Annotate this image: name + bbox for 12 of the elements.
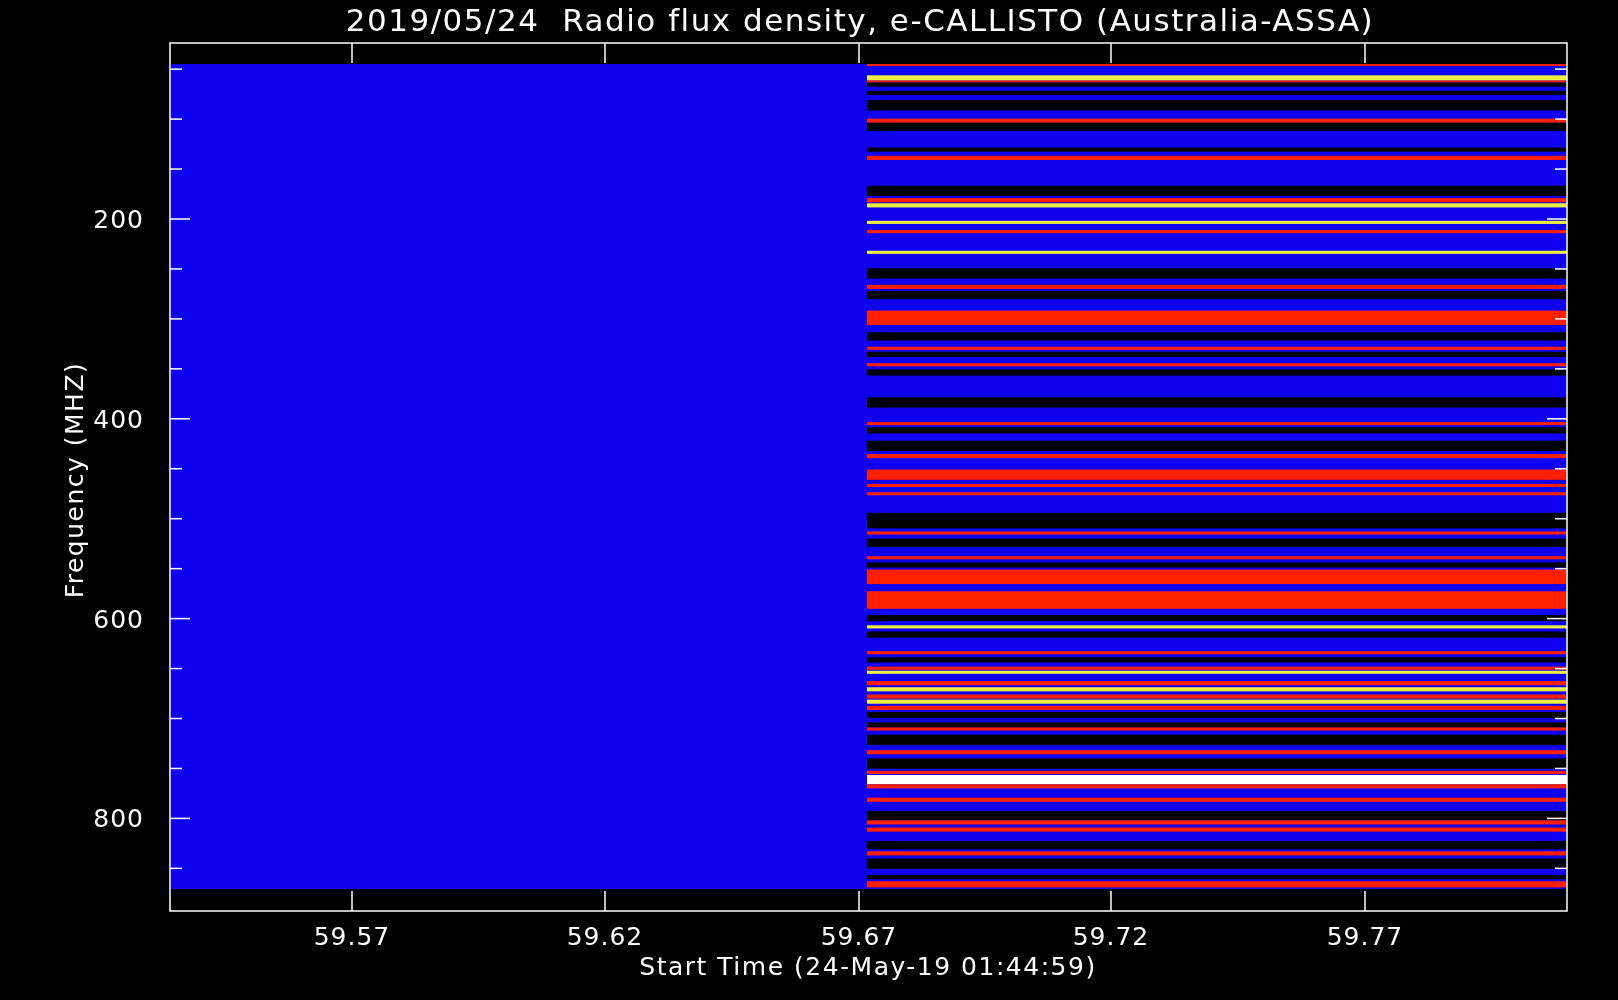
x-tick-label: 59.67: [820, 922, 898, 951]
y-tick-label: 800: [93, 804, 144, 834]
x-tick-label: 59.57: [313, 922, 391, 951]
x-tick-label: 59.72: [1072, 922, 1150, 951]
chart-title: 2019/05/24 Radio flux density, e-CALLISTO (Australia-ASSA): [345, 2, 1375, 38]
y-tick-label: 600: [93, 604, 144, 634]
x-tick-label: 59.77: [1326, 922, 1404, 951]
x-tick-label: 59.62: [566, 922, 644, 951]
x-axis-label: Start Time (24-May-19 01:44:59): [639, 952, 1097, 981]
y-axis-label: Frequency (MHZ): [60, 361, 89, 599]
y-tick-label: 200: [93, 205, 144, 234]
y-tick-label: 400: [93, 404, 144, 434]
